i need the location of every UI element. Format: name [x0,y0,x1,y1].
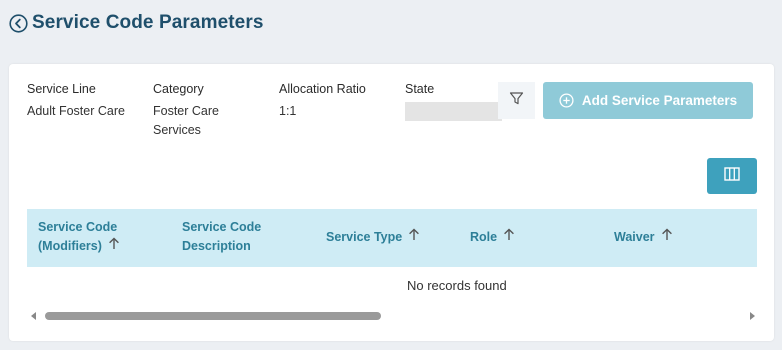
sort-arrow-up-icon[interactable] [503,228,515,247]
back-arrow-icon[interactable] [9,13,28,33]
allocation-ratio-field: Allocation Ratio 1:1 [279,82,399,121]
sort-arrow-up-icon[interactable] [108,237,120,256]
add-service-parameters-label: Add Service Parameters [581,93,738,108]
allocation-ratio-label: Allocation Ratio [279,82,366,96]
no-records-text: No records found [407,278,507,293]
allocation-ratio-value: 1:1 [279,104,297,118]
category-field: Category Foster Care Services [153,82,253,140]
scrollbar-thumb[interactable] [45,312,381,320]
state-value [405,102,502,121]
column-header-waiver[interactable]: Waiver [614,228,673,247]
filter-icon [509,91,524,111]
column-header-service-type[interactable]: Service Type [326,228,420,247]
scroll-right-arrow-icon[interactable] [750,312,755,320]
column-chooser-button[interactable] [707,158,757,194]
horizontal-scrollbar[interactable] [27,308,757,324]
column-header-role[interactable]: Role [470,228,515,247]
service-parameters-card: Service Line Adult Foster Care Category … [9,64,774,341]
scroll-left-arrow-icon[interactable] [31,312,36,320]
column-header-label: Service Type [326,230,403,244]
column-header-label: Service Code [182,220,262,234]
table-header: Service Code (Modifiers) Service Code De… [27,209,757,267]
table-body [27,267,757,303]
column-header-label: Description [182,239,251,253]
service-line-field: Service Line Adult Foster Care [27,82,127,121]
filter-button[interactable] [498,82,535,119]
state-field: State [405,82,505,121]
column-header-label: Waiver [614,230,655,244]
sort-arrow-up-icon[interactable] [661,228,673,247]
page-header: Service Code Parameters [9,12,264,34]
columns-icon [724,166,740,186]
page-title: Service Code Parameters [32,12,264,33]
add-service-parameters-button[interactable]: Add Service Parameters [543,82,753,119]
sort-arrow-up-icon[interactable] [408,228,420,247]
category-value: Foster Care Services [153,104,219,137]
category-label: Category [153,82,204,96]
state-label: State [405,82,435,96]
column-header-label: Role [470,230,498,244]
column-header-label: (Modifiers) [38,239,102,253]
column-header-label: Service Code [38,220,118,234]
service-line-value: Adult Foster Care [27,104,125,118]
column-header-service-code[interactable]: Service Code (Modifiers) [38,218,120,256]
add-circle-icon [559,93,574,108]
column-header-service-code-description[interactable]: Service Code Description [182,218,261,256]
service-line-label: Service Line [27,82,96,96]
